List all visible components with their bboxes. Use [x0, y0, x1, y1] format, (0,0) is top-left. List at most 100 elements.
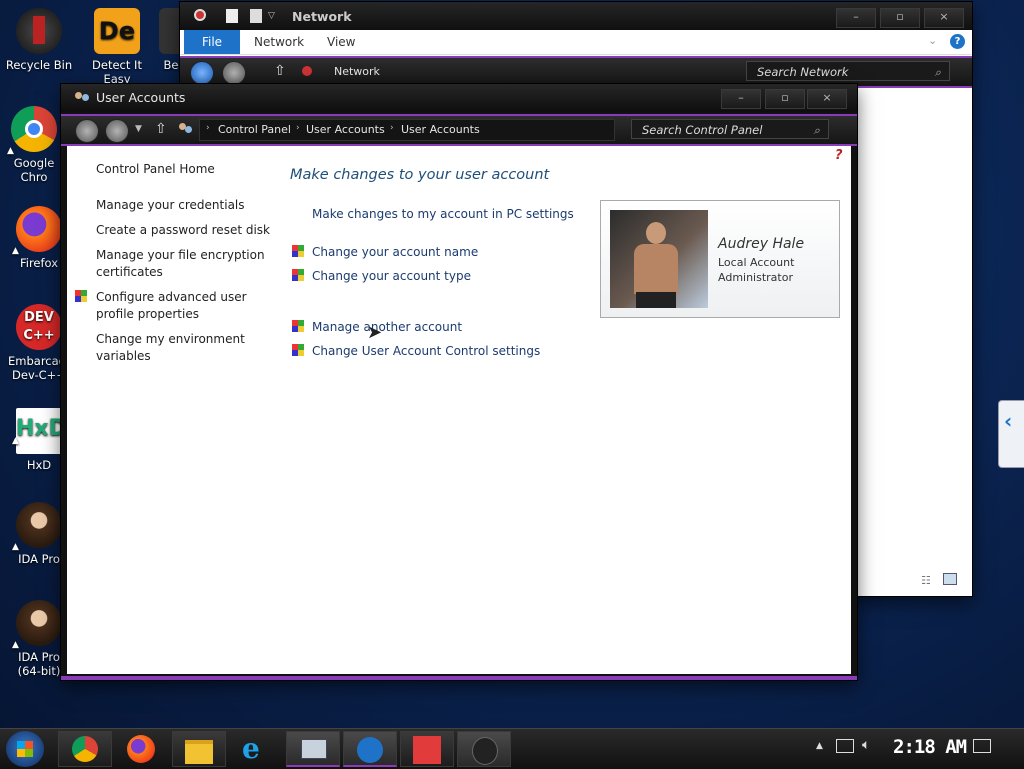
shield-icon: [75, 290, 88, 303]
control-panel-icon: [357, 737, 383, 763]
desktop-icon-google-chrome[interactable]: ▲ Google Chro: [0, 106, 68, 184]
taskbar-firefox[interactable]: [115, 731, 169, 767]
search-network-input[interactable]: Search Network ⌕: [746, 61, 950, 81]
shield-icon: [292, 344, 305, 357]
shield-icon: [292, 320, 305, 333]
desktop-icon-label: IDA Pro (64-bit): [17, 650, 61, 678]
pc-settings-link[interactable]: Make changes to my account in PC setting…: [312, 207, 574, 221]
back-button[interactable]: [190, 61, 214, 85]
content-area: ? Control Panel Home Manage your credent…: [67, 146, 851, 674]
window-title: Network: [292, 9, 352, 24]
taskbar-app[interactable]: [457, 731, 511, 767]
desktop-icon-recycle-bin[interactable]: Recycle Bin: [0, 8, 78, 72]
breadcrumb-user-accounts[interactable]: User Accounts: [306, 123, 385, 136]
explorer-icon: [194, 9, 206, 21]
environment-variables-link[interactable]: Change my environment variables: [96, 331, 246, 365]
control-panel-home-link[interactable]: Control Panel Home: [96, 161, 215, 178]
help-icon[interactable]: ?: [835, 148, 843, 163]
breadcrumb[interactable]: Network: [334, 65, 380, 78]
forward-button[interactable]: [222, 61, 246, 85]
clock[interactable]: 2:18 AM: [893, 736, 967, 758]
desktop-icon-label: Recycle Bin: [5, 58, 73, 72]
network-status-icon[interactable]: [836, 739, 854, 753]
chevron-down-icon[interactable]: ⌄: [928, 34, 937, 47]
side-panel-tab[interactable]: ‹: [998, 400, 1024, 468]
taskbar-internet-explorer[interactable]: e: [229, 731, 283, 767]
network-titlebar[interactable]: ▽ Network – ▫ ×: [180, 2, 972, 32]
file-encryption-certificates-link[interactable]: Manage your file encryption certificates: [96, 247, 266, 281]
forward-button[interactable]: [105, 119, 129, 143]
manage-credentials-link[interactable]: Manage your credentials: [96, 197, 245, 214]
folder-icon: [185, 740, 213, 764]
search-placeholder: Search Control Panel: [642, 123, 763, 137]
volume-icon[interactable]: 🔈︎: [862, 737, 870, 753]
breadcrumb-user-accounts-current[interactable]: User Accounts: [401, 123, 480, 136]
ie-icon: e: [242, 732, 260, 765]
taskbar: e ▲ 🔈︎ 2:18 AM: [0, 728, 1024, 769]
large-icons-view-icon[interactable]: [943, 573, 957, 585]
desktop-icon-label: Firefox: [19, 256, 59, 270]
firefox-icon: [127, 735, 155, 763]
desktop-icon-label: IDA Pro: [18, 552, 60, 566]
windows-logo-icon: [17, 741, 33, 757]
desktop-icon-detect-it-easy[interactable]: De Detect It Easy: [78, 8, 156, 86]
mouse-cursor-icon: ➤: [367, 322, 383, 343]
show-hidden-icons-icon[interactable]: ▲: [816, 741, 823, 751]
chevron-left-icon: ‹: [1004, 409, 1013, 433]
change-account-name-link[interactable]: Change your account name: [312, 245, 478, 259]
breadcrumb-control-panel[interactable]: Control Panel: [218, 123, 291, 136]
notifications-icon[interactable]: [973, 739, 991, 753]
help-button[interactable]: ?: [950, 34, 965, 49]
tab-view[interactable]: View: [327, 35, 355, 49]
search-control-panel-input[interactable]: Search Control Panel ⌕: [631, 119, 829, 139]
advanced-user-profile-link[interactable]: Configure advanced user profile properti…: [96, 289, 256, 323]
desktop-icon-label: Be: [163, 58, 179, 72]
account-role: Administrator: [718, 271, 793, 284]
back-button[interactable]: [75, 119, 99, 143]
network-location-icon: [302, 66, 312, 76]
properties-icon[interactable]: [226, 9, 238, 23]
desktop-icon-label: Detect It Easy: [92, 58, 142, 86]
user-accounts-icon: [75, 90, 91, 106]
user-accounts-window[interactable]: User Accounts – ▫ × ▼ ⇧ › Control Panel …: [61, 84, 857, 680]
uac-settings-link[interactable]: Change User Account Control settings: [312, 344, 540, 358]
desktop-icon-label: HxD: [26, 458, 52, 472]
new-folder-icon[interactable]: [250, 9, 262, 23]
tab-file[interactable]: File: [184, 30, 240, 54]
password-reset-disk-link[interactable]: Create a password reset disk: [96, 222, 270, 239]
close-button[interactable]: ×: [924, 8, 964, 28]
taskbar-anydesk[interactable]: [400, 731, 454, 767]
taskbar-network[interactable]: [286, 731, 340, 767]
network-content: ☷: [856, 92, 967, 590]
chrome-icon: [72, 736, 98, 762]
window-bottom-accent: [61, 676, 857, 680]
user-accounts-titlebar[interactable]: User Accounts – ▫ ×: [61, 84, 857, 112]
taskbar-chrome[interactable]: [58, 731, 112, 767]
minimize-button[interactable]: –: [836, 8, 876, 28]
address-bar[interactable]: › Control Panel › User Accounts › User A…: [199, 119, 615, 141]
app-icon: [472, 737, 498, 765]
change-account-type-link[interactable]: Change your account type: [312, 269, 471, 283]
avatar[interactable]: [610, 210, 708, 308]
window-title: User Accounts: [96, 90, 186, 105]
die-icon: De: [94, 8, 140, 54]
tab-network[interactable]: Network: [254, 35, 304, 49]
taskbar-file-explorer[interactable]: [172, 731, 226, 767]
taskbar-control-panel[interactable]: [343, 731, 397, 767]
chevron-down-icon[interactable]: ▽: [268, 11, 275, 21]
devcpp-icon: DEV C++: [16, 304, 62, 350]
maximize-button[interactable]: ▫: [765, 89, 805, 109]
firefox-icon: ▲: [12, 206, 62, 256]
maximize-button[interactable]: ▫: [880, 8, 920, 28]
manage-another-account-link[interactable]: Manage another account: [312, 320, 462, 334]
close-button[interactable]: ×: [807, 89, 847, 109]
details-view-icon[interactable]: ☷: [921, 574, 931, 587]
minimize-button[interactable]: –: [721, 89, 761, 109]
start-button[interactable]: [6, 731, 44, 767]
chevron-down-icon[interactable]: ▼: [135, 124, 142, 134]
search-icon: ⌕: [813, 123, 820, 137]
search-placeholder: Search Network: [757, 65, 849, 79]
chrome-icon: ▲: [7, 106, 57, 156]
up-arrow-icon[interactable]: ⇧: [274, 63, 286, 79]
up-arrow-icon[interactable]: ⇧: [155, 121, 167, 137]
